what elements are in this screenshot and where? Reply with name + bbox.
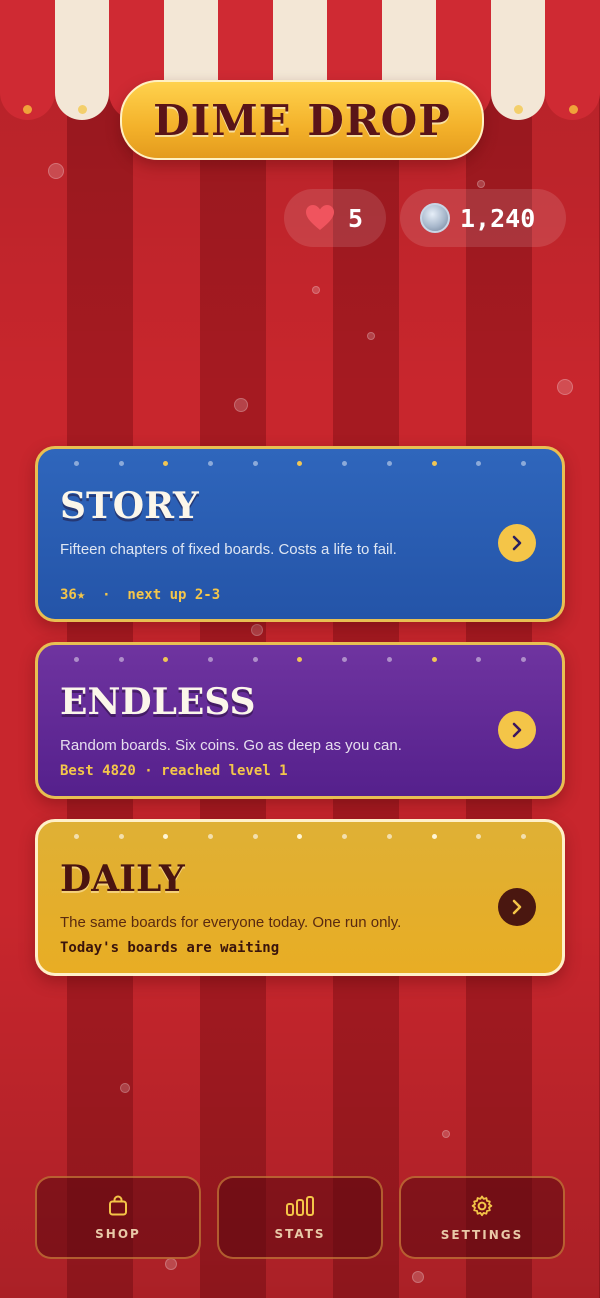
marquee-light [520, 834, 526, 839]
shop-label: SHOP [95, 1226, 141, 1241]
marquee-light [476, 657, 482, 662]
bubble [312, 286, 320, 294]
marquee-light [297, 834, 303, 839]
stats-label: STATS [274, 1226, 326, 1241]
lamp [568, 105, 578, 114]
stats-button[interactable]: STATS [217, 1176, 383, 1259]
awning-stripe [0, 0, 55, 120]
game-title-plate: DIME DROP [120, 80, 484, 160]
mode-title: ENDLESS [60, 681, 256, 723]
marquee-light [386, 657, 392, 662]
bubble [234, 398, 248, 412]
coin-icon [420, 203, 450, 233]
lamp [23, 105, 33, 114]
marquee-light [163, 461, 169, 466]
mode-title: STORY [60, 485, 199, 527]
mode-card-daily[interactable]: DAILY The same boards for everyone today… [35, 819, 565, 976]
mode-card-endless[interactable]: ENDLESS Random boards. Six coins. Go as … [35, 642, 565, 799]
marquee-light [386, 834, 392, 839]
settings-label: SETTINGS [440, 1227, 524, 1242]
marquee-light [252, 834, 258, 839]
mode-status: Today's boards are waiting [60, 940, 280, 956]
shop-button[interactable]: SHOP [35, 1176, 201, 1259]
marquee-light [476, 461, 482, 466]
marquee-lights [74, 834, 526, 839]
marquee-light [252, 461, 258, 466]
marquee-light [342, 834, 348, 839]
marquee-light [431, 834, 437, 839]
coin-counter[interactable]: 1,240 [400, 189, 566, 247]
gear-icon [471, 1195, 493, 1216]
mode-description: Random boards. Six coins. Go as deep as … [60, 737, 402, 754]
mode-description: The same boards for everyone today. One … [60, 914, 402, 931]
mode-best-score: Best 4820 · reached level 1 [60, 763, 288, 779]
bubble [165, 1258, 177, 1270]
lamp [77, 105, 87, 114]
marquee-light [520, 461, 526, 466]
marquee-light [118, 834, 124, 839]
mode-progress: 36★ · next up 2-3 [60, 587, 221, 603]
bubble [120, 1083, 130, 1093]
play-endless-button[interactable] [498, 711, 536, 749]
bubble [557, 379, 573, 395]
marquee-light [208, 657, 214, 662]
awning-stripe [54, 0, 110, 120]
awning-stripe [545, 0, 600, 120]
marquee-light [74, 657, 79, 662]
marquee-light [297, 657, 303, 662]
marquee-light [342, 657, 348, 662]
bubble [412, 1271, 424, 1283]
marquee-lights [74, 461, 526, 466]
play-story-button[interactable] [498, 524, 536, 562]
marquee-light [74, 834, 79, 839]
lamp [514, 105, 524, 114]
bubble [477, 180, 485, 188]
lives-count: 5 [348, 203, 364, 233]
marquee-light [163, 657, 169, 662]
marquee-light [163, 834, 169, 839]
mode-description: Fifteen chapters of fixed boards. Costs … [60, 541, 397, 558]
chevron-right-icon [512, 722, 522, 738]
settings-button[interactable]: SETTINGS [399, 1176, 565, 1259]
chevron-right-icon [512, 535, 522, 551]
awning-stripe [490, 0, 546, 120]
marquee-light [74, 461, 79, 466]
play-daily-button[interactable] [498, 888, 536, 926]
marquee-light [342, 461, 348, 466]
marquee-light [386, 461, 392, 466]
marquee-light [431, 657, 437, 662]
marquee-light [118, 461, 124, 466]
bubble [251, 624, 263, 636]
marquee-light [297, 461, 303, 466]
chevron-right-icon [512, 899, 522, 915]
marquee-light [520, 657, 526, 662]
bar-chart-icon [286, 1195, 314, 1216]
coin-count: 1,240 [460, 203, 536, 233]
marquee-light [208, 461, 214, 466]
mode-title: DAILY [60, 858, 185, 900]
game-title: DIME DROP [153, 95, 451, 145]
marquee-light [208, 834, 214, 839]
marquee-light [252, 657, 258, 662]
marquee-lights [74, 657, 526, 662]
heart-icon [306, 205, 334, 231]
marquee-light [431, 461, 437, 466]
mode-card-story[interactable]: STORY Fifteen chapters of fixed boards. … [35, 446, 565, 622]
shopping-bag-icon [109, 1195, 127, 1215]
marquee-light [476, 834, 482, 839]
bubble [367, 332, 375, 340]
bubble [442, 1130, 450, 1138]
lives-counter[interactable]: 5 [284, 189, 386, 247]
bubble [48, 163, 64, 179]
marquee-light [118, 657, 124, 662]
